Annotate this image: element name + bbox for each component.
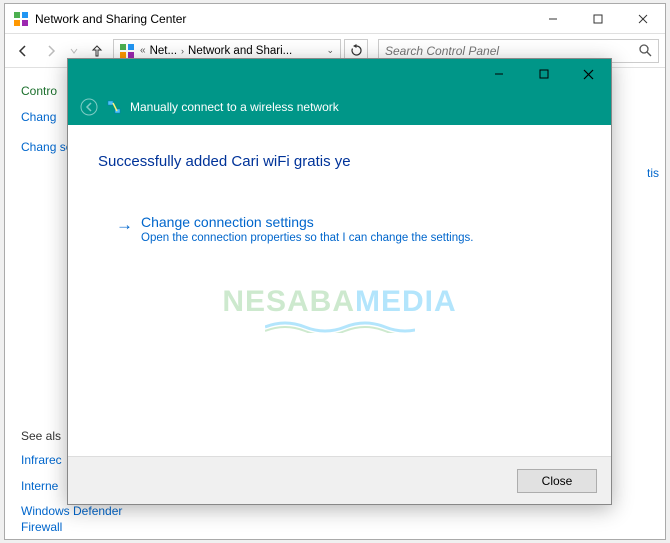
wizard-header: Manually connect to a wireless network	[68, 89, 611, 125]
wizard-title: Manually connect to a wireless network	[130, 100, 339, 114]
wizard-close-button[interactable]	[566, 59, 611, 89]
wizard-back-icon	[80, 98, 98, 116]
breadcrumb-item[interactable]: Network and Shari...	[186, 45, 294, 57]
close-button[interactable]: Close	[517, 469, 597, 493]
close-window-button[interactable]	[620, 4, 665, 33]
wizard-maximize-button[interactable]	[521, 59, 566, 89]
breadcrumb-overflow-icon[interactable]: «	[140, 45, 146, 56]
wizard-minimize-button[interactable]	[476, 59, 521, 89]
wizard-body: Successfully added Cari wiFi gratis ye →…	[68, 125, 611, 456]
wizard-footer: Close	[68, 456, 611, 504]
sidebar-link[interactable]: Windows Defender Firewall	[21, 504, 165, 535]
minimize-button[interactable]	[530, 4, 575, 33]
titlebar: Network and Sharing Center	[5, 4, 665, 34]
breadcrumb-item[interactable]: Net...	[148, 45, 179, 57]
window-controls	[530, 4, 665, 33]
wizard-titlebar	[68, 59, 611, 89]
chevron-right-icon: ›	[179, 46, 186, 56]
back-button[interactable]	[11, 39, 35, 63]
maximize-button[interactable]	[575, 4, 620, 33]
network-icon	[106, 99, 122, 115]
breadcrumb-dropdown-icon[interactable]: ⌄	[322, 45, 338, 56]
breadcrumb-icon	[119, 43, 135, 59]
partial-link-text[interactable]: tis	[647, 166, 659, 180]
success-message: Successfully added Cari wiFi gratis ye	[98, 153, 581, 170]
option-title: Change connection settings	[141, 214, 473, 230]
search-input[interactable]	[385, 44, 639, 58]
control-panel-icon	[13, 11, 29, 27]
option-description: Open the connection properties so that I…	[141, 232, 473, 244]
watermark-wave	[265, 321, 415, 333]
wizard-dialog: Manually connect to a wireless network S…	[67, 58, 612, 505]
search-icon[interactable]	[639, 44, 652, 57]
close-button-label: Close	[542, 474, 573, 488]
arrow-right-icon: →	[116, 216, 133, 233]
window-title: Network and Sharing Center	[35, 12, 530, 26]
forward-button[interactable]	[39, 39, 63, 63]
watermark: NESABAMEDIA	[222, 285, 456, 319]
change-connection-option[interactable]: → Change connection settings Open the co…	[116, 214, 581, 244]
